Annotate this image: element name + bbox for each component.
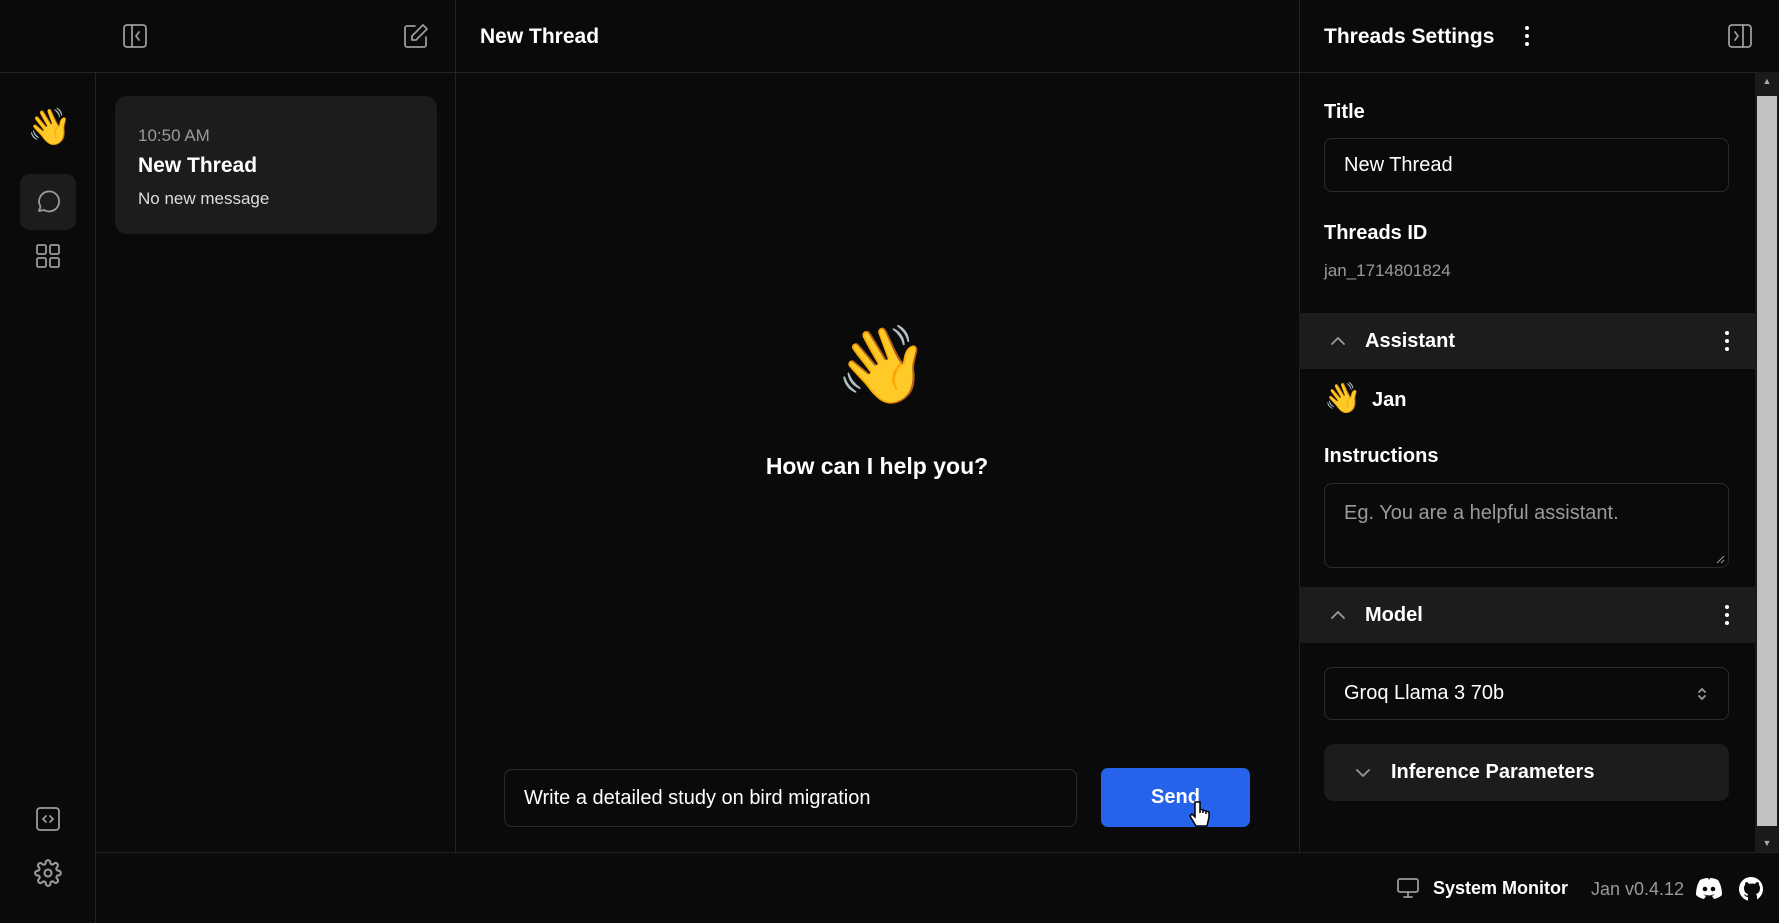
message-input-value: Write a detailed study on bird migration — [524, 786, 871, 809]
chevron-up-icon — [1331, 337, 1345, 345]
chat-icon — [38, 190, 60, 213]
app-logo-wave: 👋 — [27, 106, 72, 147]
collapse-right-panel-icon[interactable] — [1727, 23, 1753, 49]
rail-chat-button[interactable] — [20, 174, 76, 230]
model-section-title: Model — [1365, 603, 1423, 626]
thread-title: New Thread — [480, 25, 600, 48]
assistant-name: Jan — [1372, 389, 1407, 411]
model-select[interactable]: Groq Llama 3 70b — [1324, 667, 1729, 720]
instructions-label: Instructions — [1324, 445, 1439, 467]
instructions-textarea[interactable]: Eg. You are a helpful assistant. — [1324, 483, 1729, 568]
new-thread-icon[interactable] — [402, 22, 430, 50]
chevron-updown-icon — [1698, 687, 1706, 700]
thread-id-label: Threads ID — [1324, 222, 1428, 244]
grid-icon — [36, 244, 60, 268]
app-version: Jan v0.4.12 — [1591, 879, 1685, 899]
thread-id-value: jan_1714801824 — [1324, 261, 1451, 280]
model-select-value: Groq Llama 3 70b — [1344, 682, 1505, 704]
welcome-wave-emoji: 👋 — [835, 323, 930, 408]
send-button[interactable]: Send — [1101, 768, 1250, 827]
scrollbar-thumb[interactable] — [1757, 96, 1777, 826]
github-icon[interactable] — [1738, 876, 1764, 902]
system-monitor-button[interactable]: System Monitor — [1396, 877, 1568, 899]
thread-preview: No new message — [138, 189, 270, 208]
gear-icon — [34, 859, 62, 887]
settings-menu-icon[interactable] — [1525, 26, 1529, 46]
rail-settings-button[interactable] — [34, 859, 62, 887]
instructions-placeholder: Eg. You are a helpful assistant. — [1344, 502, 1619, 524]
assistant-section-title: Assistant — [1365, 329, 1456, 352]
thread-item-title: New Thread — [138, 154, 258, 177]
collapse-sidebar-icon[interactable] — [122, 23, 148, 49]
model-menu-icon[interactable] — [1725, 605, 1729, 625]
title-input[interactable]: New Thread — [1324, 138, 1729, 192]
rail-hub-button[interactable] — [35, 243, 61, 269]
thread-list-item[interactable]: 10:50 AM New Thread No new message — [115, 96, 437, 234]
chevron-up-icon — [1331, 611, 1345, 619]
title-input-value: New Thread — [1344, 153, 1453, 176]
resize-handle-icon[interactable] — [1715, 554, 1725, 564]
settings-scrollbar[interactable]: ▲ ▼ — [1755, 72, 1779, 852]
code-icon — [36, 807, 60, 831]
settings-title: Threads Settings — [1324, 25, 1495, 48]
message-input[interactable]: Write a detailed study on bird migration — [504, 769, 1077, 827]
thread-time: 10:50 AM — [138, 126, 210, 145]
monitor-icon — [1397, 878, 1419, 898]
mouse-cursor-icon — [1188, 800, 1212, 830]
chevron-down-icon — [1356, 768, 1370, 777]
rail-api-button[interactable] — [35, 806, 61, 832]
greeting-text: How can I help you? — [765, 453, 989, 479]
title-label: Title — [1324, 101, 1365, 123]
inference-parameters-label: Inference Parameters — [1391, 761, 1595, 783]
assistant-section-header[interactable]: Assistant — [1299, 313, 1755, 369]
system-monitor-label: System Monitor — [1433, 877, 1569, 898]
inference-parameters-toggle[interactable]: Inference Parameters — [1324, 744, 1729, 801]
discord-icon[interactable] — [1695, 876, 1723, 900]
model-section-header[interactable]: Model — [1299, 587, 1755, 643]
assistant-menu-icon[interactable] — [1725, 331, 1729, 351]
assistant-avatar: 👋 — [1324, 382, 1362, 415]
